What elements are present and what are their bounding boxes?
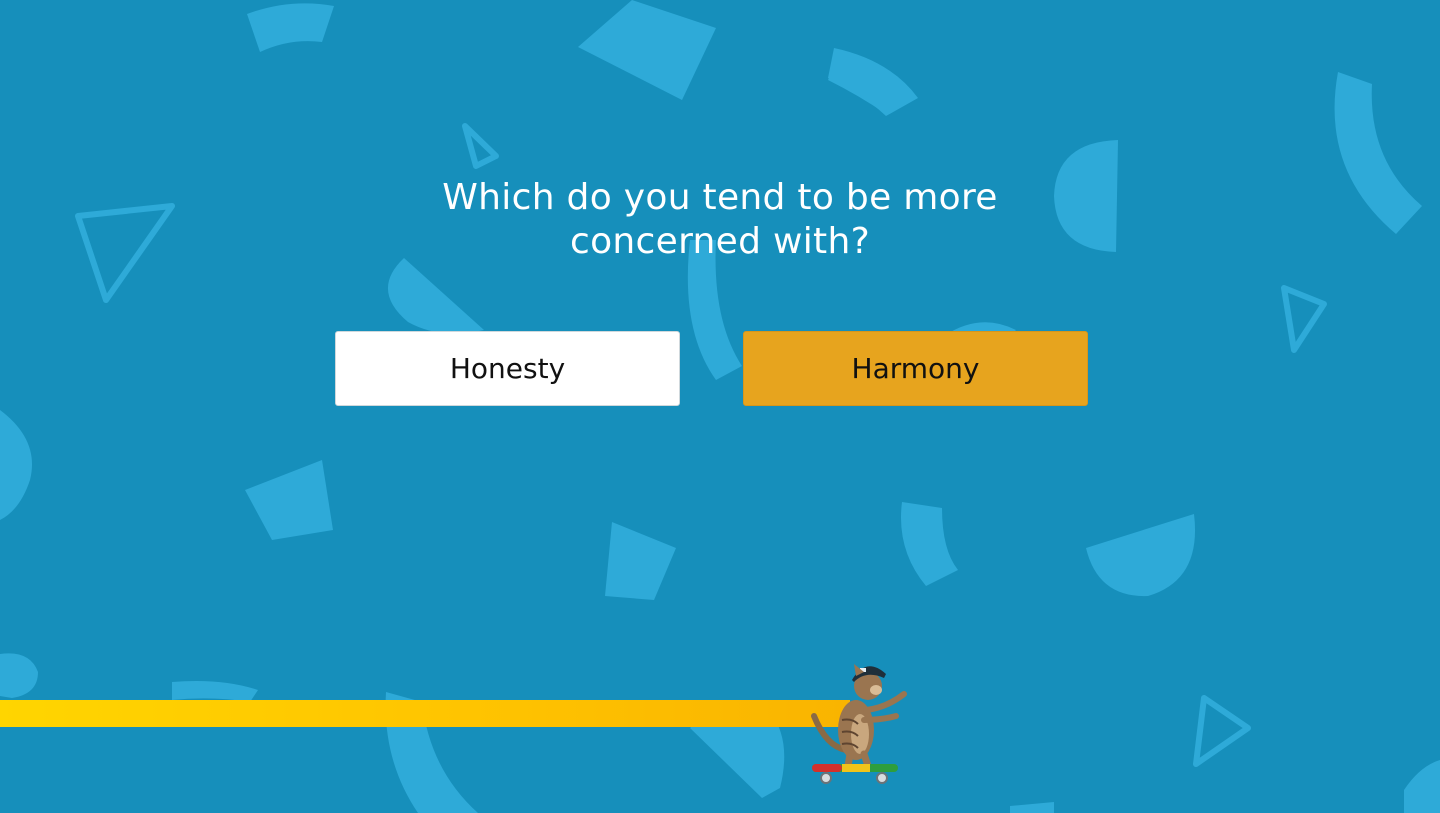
question-title: Which do you tend to be more concerned w… [442,177,998,262]
answer-label: Harmony [851,352,980,385]
skateboarding-cat-icon [811,664,907,784]
progress-bar [0,700,1440,727]
progress-bar-fill [0,700,850,727]
confetti-background [0,0,1440,813]
answer-button-honesty[interactable]: Honesty [335,331,680,406]
answer-button-harmony[interactable]: Harmony [743,331,1088,406]
answer-label: Honesty [449,352,566,385]
